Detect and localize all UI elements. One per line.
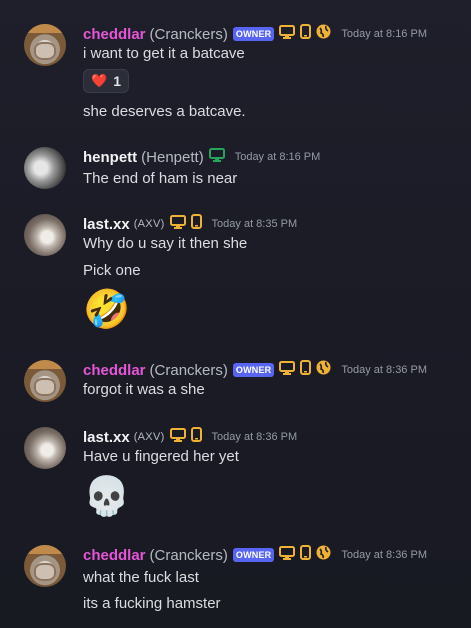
message-header: cheddlar (Cranckers) OWNER Today at 8:16… [83,24,427,44]
timestamp: Today at 8:36 PM [341,549,427,561]
desktop-icon [279,24,296,44]
owner-badge: OWNER [232,548,275,562]
rofl-emoji: 🤣 [83,289,131,331]
desktop-icon [208,147,225,167]
timestamp: Today at 8:36 PM [341,364,427,376]
username[interactable]: cheddlar [83,547,146,564]
mobile-icon [190,214,202,234]
avatar[interactable] [24,24,66,66]
username[interactable]: henpett [83,149,137,166]
clan-tag: (AXV) [133,218,165,230]
message-header: henpett (Henpett) Today at 8:16 PM [83,147,320,167]
nickname: (Cranckers) [149,25,228,43]
username[interactable]: last.xx [83,429,130,446]
timestamp: Today at 8:36 PM [211,431,298,443]
nickname: (Henpett) [141,148,204,166]
username[interactable]: cheddlar [83,362,146,379]
username[interactable]: cheddlar [83,26,146,43]
avatar[interactable] [24,360,66,402]
nickname: (Cranckers) [149,361,228,379]
avatar[interactable] [24,147,66,189]
avatar[interactable] [24,427,66,469]
message-text: Why do u say it then she [83,235,248,252]
desktop-icon [279,545,296,565]
avatar[interactable] [24,214,66,256]
heart-icon: ❤️ [91,73,108,88]
desktop-icon [169,427,186,447]
reaction-button[interactable]: ❤️ 1 [83,69,129,93]
message-header: cheddlar (Cranckers) OWNER Today at 8:36… [83,360,427,380]
reaction-count: 1 [113,73,121,89]
username[interactable]: last.xx [83,216,130,233]
message-text: Pick one [83,262,141,279]
message-header: cheddlar (Cranckers) OWNER Today at 8:36… [83,545,427,565]
timestamp: Today at 8:16 PM [341,28,427,40]
avatar[interactable] [24,545,66,587]
message-text: its a fucking hamster [83,595,221,612]
desktop-icon [279,360,296,380]
mobile-icon [300,360,312,380]
message-text: i want to get it a batcave [83,45,245,62]
message-header: last.xx (AXV) Today at 8:35 PM [83,214,297,234]
desktop-icon [169,214,186,234]
globe-icon [316,360,331,380]
globe-icon [316,545,331,565]
nickname: (Cranckers) [149,546,228,564]
message-text: what the fuck last [83,569,199,586]
clan-tag: (AXV) [133,431,165,443]
timestamp: Today at 8:16 PM [234,151,321,163]
globe-icon [316,24,331,44]
message-text: Have u fingered her yet [83,448,239,465]
timestamp: Today at 8:35 PM [211,218,298,230]
message-text: The end of ham is near [83,170,238,187]
mobile-icon [190,427,202,447]
owner-badge: OWNER [232,27,275,41]
message-text: she deserves a batcave. [83,103,246,120]
mobile-icon [300,545,312,565]
owner-badge: OWNER [232,363,275,377]
message-text: forgot it was a she [83,381,205,398]
message-header: last.xx (AXV) Today at 8:36 PM [83,427,297,447]
mobile-icon [300,24,312,44]
skull-emoji: 💀 [83,476,131,518]
